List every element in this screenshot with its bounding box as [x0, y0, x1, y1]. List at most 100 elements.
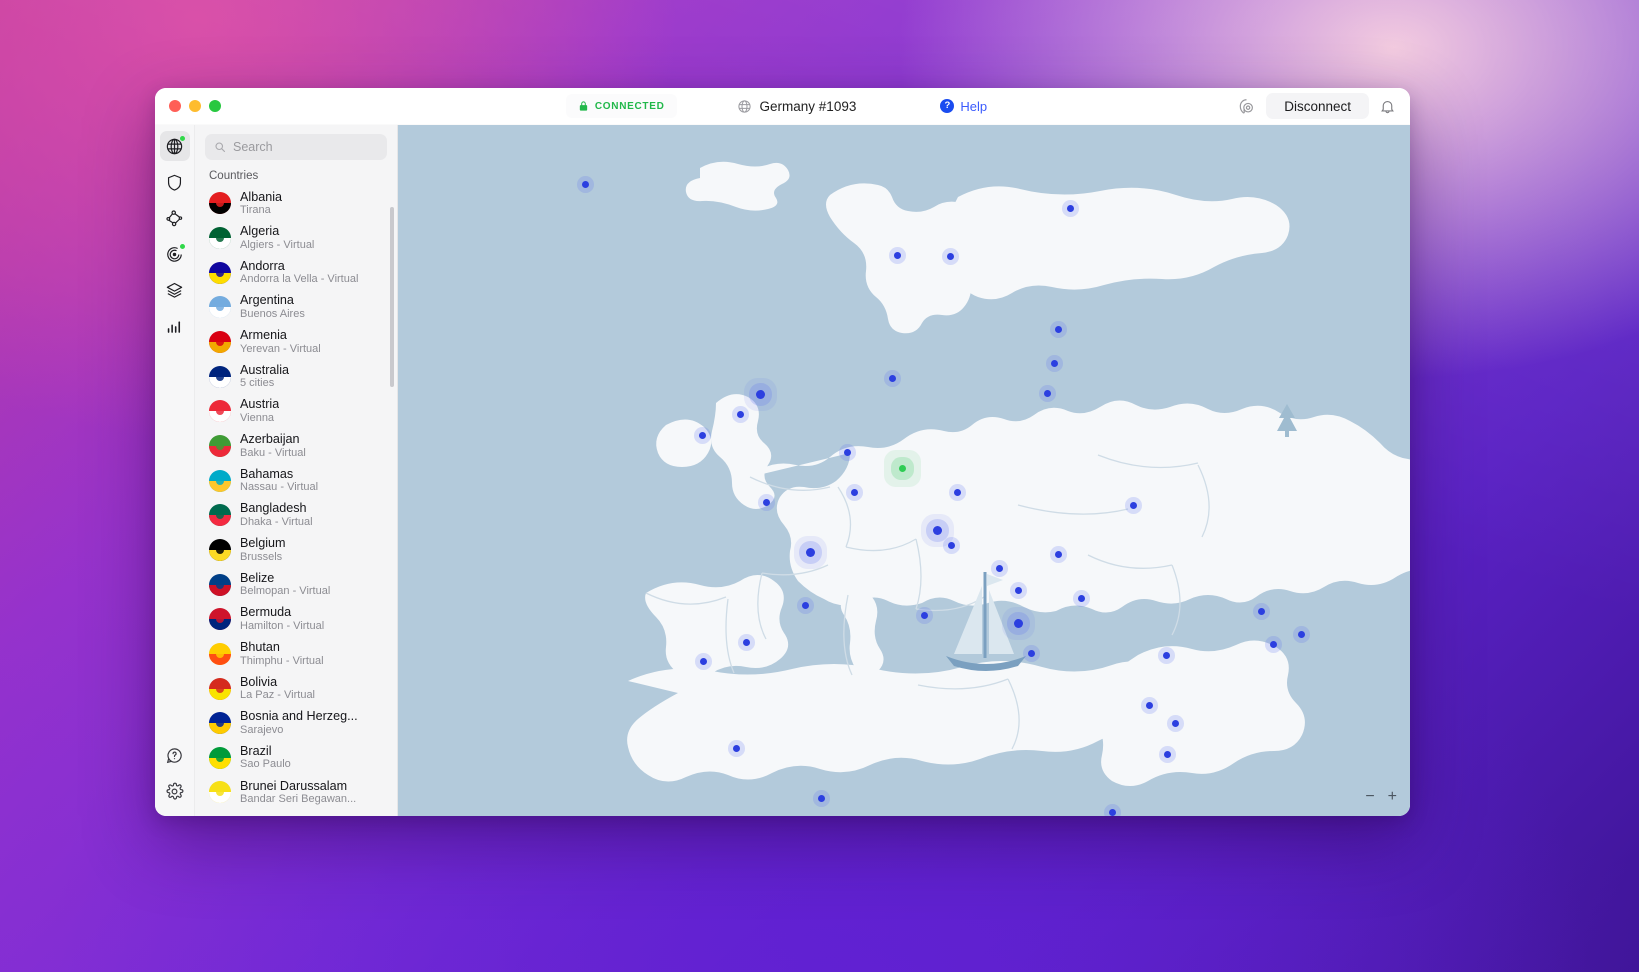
- list-item[interactable]: Brunei Darussalam Bandar Seri Begawan...: [195, 775, 397, 810]
- list-item[interactable]: Andorra Andorra la Vella - Virtual: [195, 255, 397, 290]
- country-name: Albania: [240, 189, 283, 204]
- server-marker[interactable]: [932, 525, 942, 535]
- country-city: Buenos Aires: [240, 307, 305, 320]
- sidebar-item-file-share[interactable]: [160, 275, 190, 305]
- server-marker[interactable]: [1027, 649, 1035, 657]
- sidebar-item-dark-web-monitor[interactable]: [160, 239, 190, 269]
- server-marker[interactable]: [742, 638, 750, 646]
- country-city: Bandar Seri Begawan...: [240, 793, 357, 806]
- incognito-icon[interactable]: [1237, 97, 1256, 116]
- server-marker[interactable]: [888, 374, 896, 382]
- sidebar-item-vpn[interactable]: [159, 131, 190, 161]
- country-city: Sarajevo: [240, 723, 284, 736]
- server-marker[interactable]: [1066, 204, 1074, 212]
- help-button[interactable]: ? Help: [928, 94, 999, 118]
- country-flag-icon: [209, 261, 231, 284]
- list-item-text: Bosnia and Herzeg... Sarajevo: [240, 709, 358, 737]
- server-marker[interactable]: [732, 744, 740, 752]
- disconnect-button[interactable]: Disconnect: [1266, 93, 1369, 119]
- list-item[interactable]: Belgium Brussels: [195, 533, 397, 568]
- country-flag-icon: [209, 434, 231, 457]
- server-marker[interactable]: [698, 431, 706, 439]
- active-server-marker[interactable]: [898, 464, 906, 472]
- server-marker[interactable]: [946, 252, 954, 260]
- server-marker[interactable]: [736, 410, 744, 418]
- server-marker[interactable]: [1171, 719, 1179, 727]
- list-item-text: Bermuda Hamilton - Virtual: [240, 605, 324, 633]
- server-marker[interactable]: [801, 601, 809, 609]
- list-item[interactable]: Bosnia and Herzeg... Sarajevo: [195, 706, 397, 741]
- list-item[interactable]: Belize Belmopan - Virtual: [195, 567, 397, 602]
- country-city: Hamilton - Virtual: [240, 619, 325, 632]
- server-marker[interactable]: [843, 448, 851, 456]
- server-marker[interactable]: [817, 794, 825, 802]
- list-item[interactable]: Bangladesh Dhaka - Virtual: [195, 498, 397, 533]
- server-marker[interactable]: [1043, 389, 1051, 397]
- country-flag-icon: [209, 400, 231, 423]
- server-marker[interactable]: [1077, 594, 1085, 602]
- sidebar-item-threat-protection[interactable]: [160, 167, 190, 197]
- list-item[interactable]: Algeria Algiers - Virtual: [195, 221, 397, 256]
- list-item[interactable]: Austria Vienna: [195, 394, 397, 429]
- server-marker[interactable]: [755, 389, 765, 399]
- server-marker[interactable]: [1054, 325, 1062, 333]
- list-item-text: Australia 5 cities: [240, 363, 289, 391]
- server-marker[interactable]: [1257, 607, 1265, 615]
- pine-tree-decoration: [1277, 404, 1297, 437]
- server-marker[interactable]: [1297, 630, 1305, 638]
- list-item[interactable]: Australia 5 cities: [195, 359, 397, 394]
- server-marker[interactable]: [920, 611, 928, 619]
- server-marker[interactable]: [762, 498, 770, 506]
- country-flag-icon: [209, 192, 231, 215]
- server-marker[interactable]: [1269, 640, 1277, 648]
- server-marker[interactable]: [1162, 651, 1170, 659]
- server-marker[interactable]: [1013, 618, 1023, 628]
- list-item[interactable]: Bermuda Hamilton - Virtual: [195, 602, 397, 637]
- sidebar-item-meshnet[interactable]: [160, 203, 190, 233]
- server-marker[interactable]: [1054, 550, 1062, 558]
- list-item[interactable]: Argentina Buenos Aires: [195, 290, 397, 325]
- server-marker[interactable]: [1050, 359, 1058, 367]
- search-input[interactable]: [233, 140, 378, 154]
- server-marker[interactable]: [1163, 750, 1171, 758]
- sidebar-item-statistics[interactable]: [160, 311, 190, 341]
- server-marker[interactable]: [699, 657, 707, 665]
- close-button[interactable]: [169, 100, 181, 112]
- world-map[interactable]: − +: [398, 125, 1410, 816]
- list-item[interactable]: Azerbaijan Baku - Virtual: [195, 429, 397, 464]
- connection-status-badge: CONNECTED: [565, 94, 677, 118]
- status-dot: [178, 243, 186, 250]
- server-marker[interactable]: [995, 564, 1003, 572]
- list-scrollbar[interactable]: [390, 207, 394, 387]
- server-marker[interactable]: [805, 547, 815, 557]
- server-marker[interactable]: [581, 180, 589, 188]
- server-marker[interactable]: [1145, 701, 1153, 709]
- sidebar-item-settings[interactable]: [160, 776, 190, 806]
- list-item[interactable]: Bhutan Thimphu - Virtual: [195, 637, 397, 672]
- country-flag-icon: [209, 469, 231, 492]
- zoom-in-button[interactable]: +: [1388, 789, 1397, 805]
- search-box[interactable]: [205, 134, 387, 160]
- country-city: Thimphu - Virtual: [240, 654, 324, 667]
- server-marker[interactable]: [947, 541, 955, 549]
- sidebar-item-support[interactable]: [160, 740, 190, 770]
- server-marker[interactable]: [953, 488, 961, 496]
- list-item[interactable]: Armenia Yerevan - Virtual: [195, 325, 397, 360]
- zoom-out-button[interactable]: −: [1365, 789, 1374, 805]
- server-marker[interactable]: [1108, 808, 1116, 816]
- server-marker[interactable]: [1014, 586, 1022, 594]
- list-item[interactable]: Albania Tirana: [195, 186, 397, 221]
- country-name: Bangladesh: [240, 501, 307, 516]
- minimize-button[interactable]: [189, 100, 201, 112]
- list-item[interactable]: Bahamas Nassau - Virtual: [195, 463, 397, 498]
- country-list[interactable]: Albania Tirana Algeria Algiers - Virtual And…: [195, 186, 397, 816]
- maximize-button[interactable]: [209, 100, 221, 112]
- list-item[interactable]: Bolivia La Paz - Virtual: [195, 671, 397, 706]
- server-marker[interactable]: [1129, 501, 1137, 509]
- notifications-bell-icon[interactable]: [1379, 98, 1396, 115]
- search-container: [195, 125, 397, 164]
- list-item[interactable]: Brazil Sao Paulo: [195, 741, 397, 776]
- server-marker[interactable]: [850, 488, 858, 496]
- server-marker[interactable]: [893, 251, 901, 259]
- traffic-lights: [155, 100, 221, 112]
